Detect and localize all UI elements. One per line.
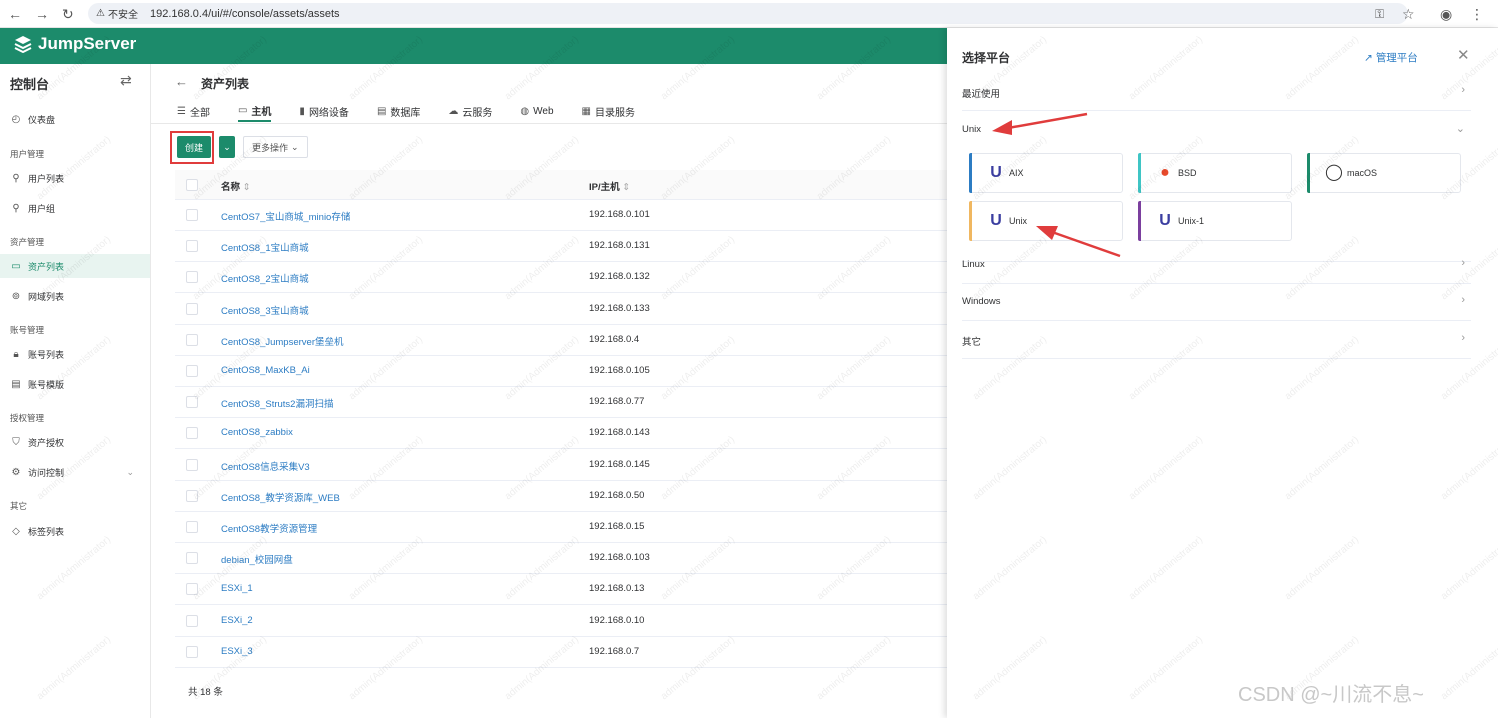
annotation-arrow-unix-section	[992, 112, 1088, 135]
annotation-arrows	[992, 112, 1121, 258]
annotation-arrow-unix-card	[1036, 226, 1121, 258]
csdn-credit: CSDN @~川流不息~	[1238, 684, 1424, 706]
